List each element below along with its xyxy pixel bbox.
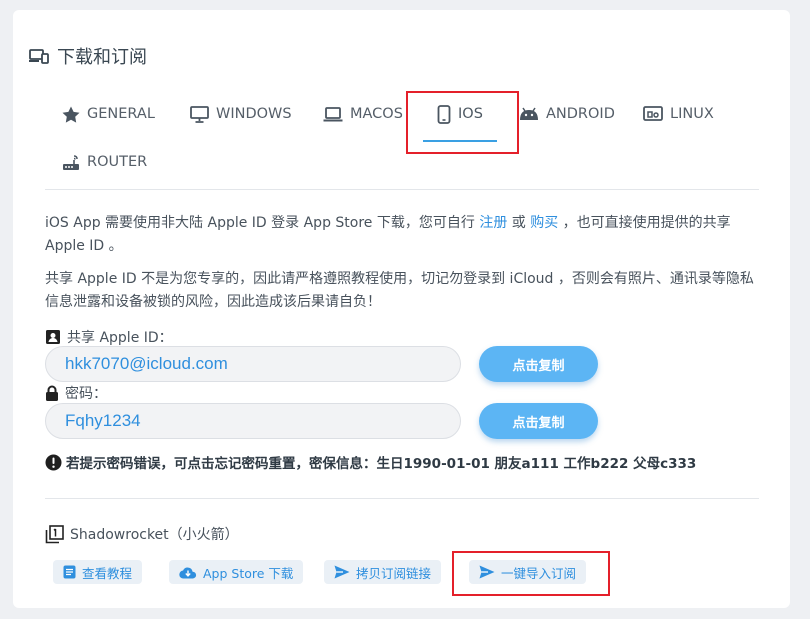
- apple-id-field[interactable]: hkk7070@icloud.com: [45, 346, 461, 382]
- laptop-icon: [323, 106, 343, 122]
- subscription-card: 下载和订阅 GENERAL WINDOWS MACOS IOS ANDROID …: [13, 10, 790, 608]
- app-number-icon: [45, 524, 64, 544]
- appstore-download-label: App Store 下载: [203, 565, 294, 581]
- cloud-download-icon: [179, 566, 197, 579]
- password-value: Fqhy1234: [65, 411, 141, 430]
- tab-windows[interactable]: WINDOWS: [190, 96, 292, 132]
- appstore-download-button[interactable]: App Store 下载: [169, 560, 304, 584]
- view-tutorial-button[interactable]: 查看教程: [53, 560, 143, 584]
- tab-macos[interactable]: MACOS: [323, 96, 403, 132]
- password-label: 密码：: [45, 383, 107, 403]
- tab-router[interactable]: ROUTER: [62, 144, 147, 180]
- send-icon: [334, 565, 350, 579]
- password-label-text: 密码：: [65, 386, 107, 402]
- password-field[interactable]: Fqhy1234: [45, 403, 461, 439]
- buy-link[interactable]: 购买: [530, 215, 558, 231]
- register-link[interactable]: 注册: [479, 215, 507, 231]
- copy-subscription-link-button[interactable]: 拷贝订阅链接: [324, 560, 442, 584]
- section-title: 下载和订阅: [57, 47, 147, 68]
- tab-label: ROUTER: [87, 154, 148, 170]
- intro-text-or: 或: [507, 215, 531, 231]
- password-reset-warning: 若提示密码错误，可点击忘记密码重置，密保信息：生日1990-01-01 朋友a1…: [45, 452, 696, 472]
- document-icon: [63, 565, 76, 579]
- android-icon: [519, 107, 539, 121]
- copy-password-button[interactable]: 点击复制: [479, 403, 598, 439]
- tab-label: GENERAL: [87, 106, 155, 122]
- apple-id-label-text: 共享 Apple ID：: [67, 330, 173, 346]
- tab-linux[interactable]: LINUX: [643, 96, 714, 132]
- tab-label: ANDROID: [546, 106, 615, 122]
- apple-id-value: hkk7070@icloud.com: [65, 354, 228, 373]
- lock-icon: [45, 385, 59, 402]
- security-notice: 共享 Apple ID 不是为您专享的，因此请严格遵照教程使用，切记勿登录到 i…: [45, 271, 754, 310]
- intro-text-part1: iOS App 需要使用非大陆 Apple ID 登录 App Store 下载…: [45, 215, 480, 231]
- tab-label: MACOS: [350, 106, 403, 122]
- one-click-import-label: 一键导入订阅: [501, 565, 577, 581]
- tab-label: IOS: [458, 106, 483, 122]
- app-header: Shadowrocket（小火箭）: [45, 524, 239, 544]
- view-tutorial-label: 查看教程: [82, 565, 133, 581]
- phone-icon: [437, 104, 451, 124]
- copy-apple-id-button[interactable]: 点击复制: [479, 346, 598, 382]
- tab-general[interactable]: GENERAL: [62, 96, 155, 132]
- tab-android[interactable]: ANDROID: [519, 96, 615, 132]
- star-icon: [62, 106, 80, 123]
- send-icon: [479, 565, 495, 579]
- alert-icon: [45, 454, 62, 471]
- active-tab-indicator: [423, 140, 497, 142]
- devices-icon: [29, 48, 49, 64]
- user-card-icon: [45, 329, 61, 345]
- tab-ios[interactable]: IOS: [423, 96, 497, 142]
- tabs-divider: [45, 189, 759, 190]
- apple-id-label: 共享 Apple ID：: [45, 327, 173, 347]
- one-click-import-button[interactable]: 一键导入订阅: [469, 560, 587, 584]
- tab-label: LINUX: [670, 106, 714, 122]
- section-header: 下载和订阅: [29, 42, 147, 70]
- warning-text: 若提示密码错误，可点击忘记密码重置，密保信息：生日1990-01-01 朋友a1…: [66, 456, 697, 472]
- app-divider: [45, 498, 759, 499]
- monitor-icon: [190, 105, 209, 123]
- router-icon: [62, 154, 80, 171]
- app-name: Shadowrocket（小火箭）: [70, 527, 239, 543]
- copy-subscription-link-label: 拷贝订阅链接: [356, 565, 432, 581]
- tab-label: WINDOWS: [216, 106, 292, 122]
- linux-icon: [643, 106, 663, 122]
- intro-text: iOS App 需要使用非大陆 Apple ID 登录 App Store 下载…: [45, 212, 763, 258]
